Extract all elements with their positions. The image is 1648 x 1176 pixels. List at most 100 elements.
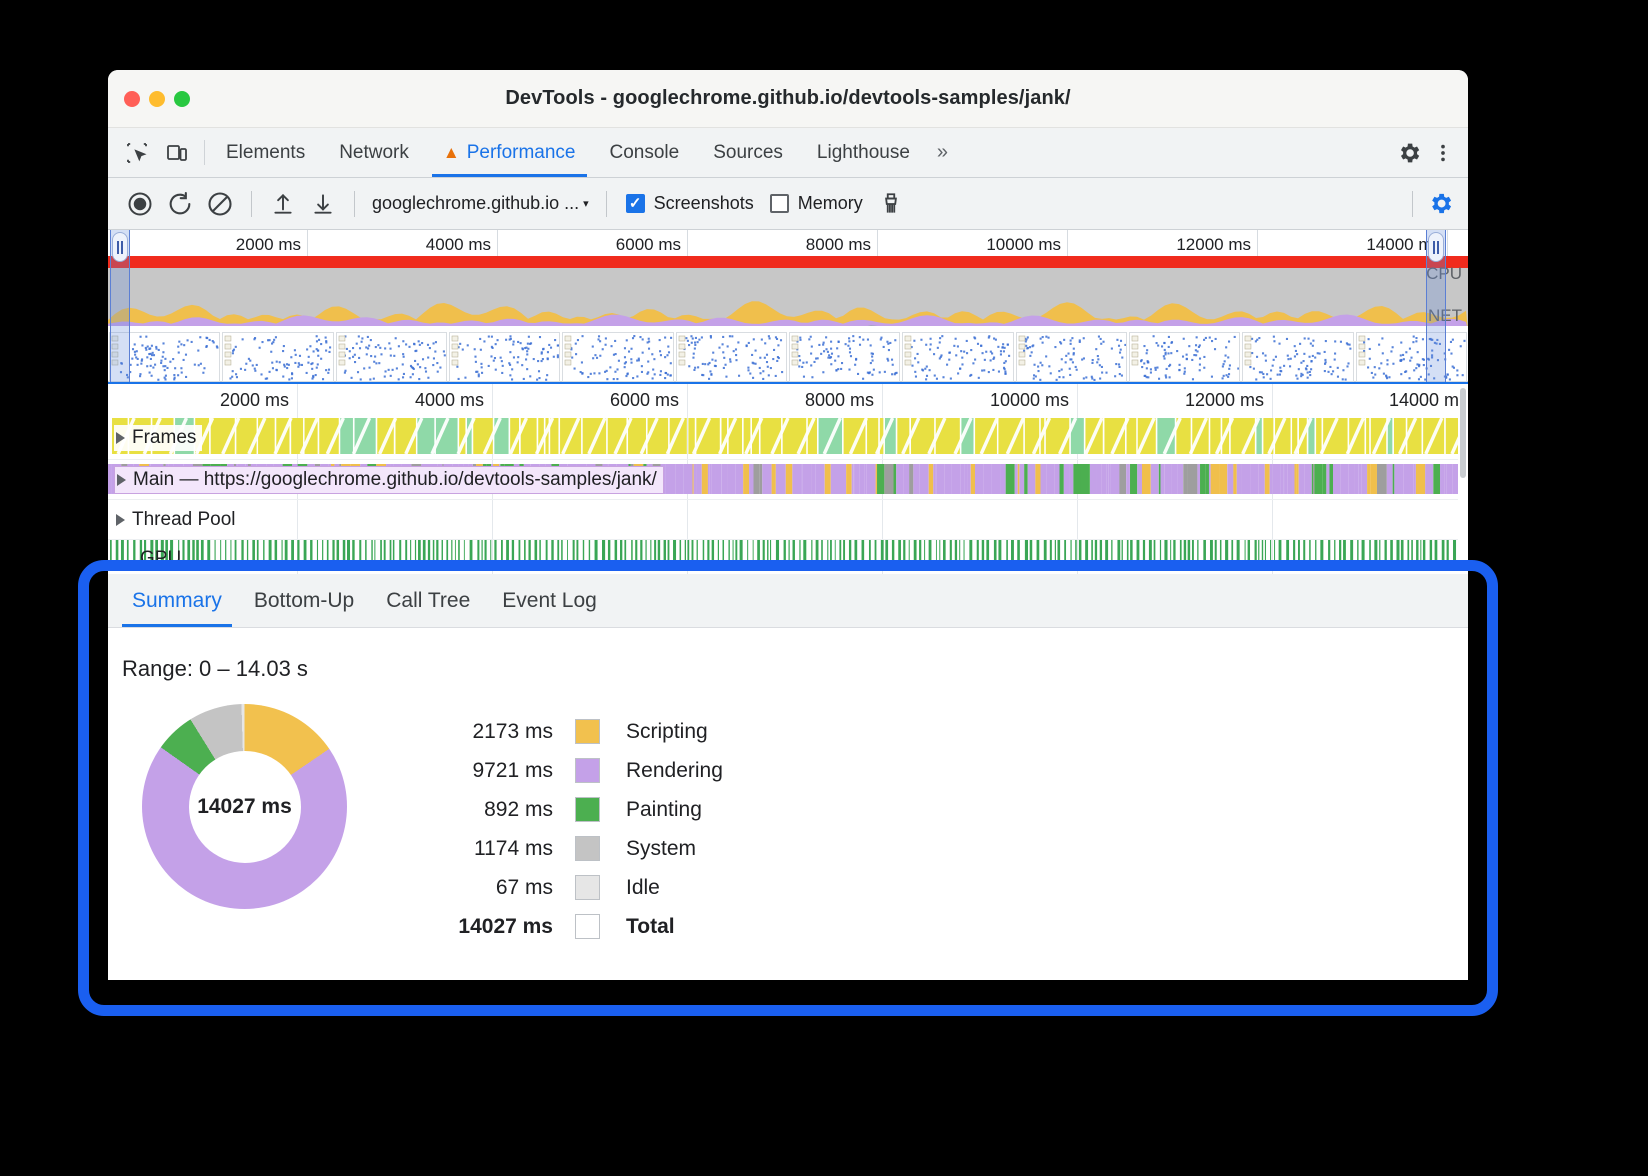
screenshots-checkbox[interactable]: Screenshots: [620, 193, 760, 214]
maximize-window-button[interactable]: [174, 91, 190, 107]
tab-console[interactable]: Console: [593, 128, 697, 177]
tab-network[interactable]: Network: [322, 128, 426, 177]
kebab-menu-icon[interactable]: [1428, 138, 1458, 168]
panel-tabs: Elements Network ▲ Performance Console S…: [209, 128, 958, 177]
cpu-graph-baseline: [108, 326, 1468, 330]
minimize-window-button[interactable]: [149, 91, 165, 107]
download-profile-icon[interactable]: [305, 186, 341, 222]
summary-range-label: Range: 0 – 14.03 s: [122, 656, 1468, 682]
flamechart-scrollbar[interactable]: [1458, 384, 1468, 574]
upload-profile-icon[interactable]: [265, 186, 301, 222]
track-main-title[interactable]: Main — https://googlechrome.github.io/de…: [114, 466, 664, 494]
legend-value: 9721 ms: [433, 759, 553, 783]
timeline-flamechart[interactable]: 2000 ms4000 ms6000 ms8000 ms10000 ms1200…: [108, 382, 1468, 574]
filmstrip-thumbnail[interactable]: [222, 332, 333, 382]
device-toolbar-icon[interactable]: [162, 138, 192, 168]
legend-label: Painting: [626, 798, 702, 822]
tab-sources[interactable]: Sources: [696, 128, 800, 177]
filmstrip-thumbnail[interactable]: [902, 332, 1013, 382]
filmstrip-thumbnail[interactable]: [1016, 332, 1127, 382]
window-title: DevTools - googlechrome.github.io/devtoo…: [505, 87, 1070, 110]
tabbar-right-icons: [1381, 128, 1468, 177]
collect-garbage-icon[interactable]: [873, 186, 909, 222]
track-thread-pool-label: Thread Pool: [132, 509, 236, 531]
legend-row[interactable]: 67 msIdle: [433, 868, 723, 907]
tab-elements[interactable]: Elements: [209, 128, 322, 177]
legend-row[interactable]: 892 msPainting: [433, 790, 723, 829]
legend-label: Rendering: [626, 759, 723, 783]
tab-elements-label: Elements: [226, 142, 305, 164]
tab-performance[interactable]: ▲ Performance: [426, 128, 593, 177]
clear-icon[interactable]: [202, 186, 238, 222]
tab-event-log[interactable]: Event Log: [486, 574, 613, 627]
memory-checkbox[interactable]: Memory: [764, 193, 869, 214]
legend-color-swatch: [575, 797, 600, 822]
left-handle-grip[interactable]: [112, 232, 128, 262]
cpu-usage-area-graph: [108, 268, 1468, 330]
filmstrip-thumbnail[interactable]: [676, 332, 787, 382]
track-frames-title[interactable]: Frames: [114, 425, 202, 451]
filmstrip-thumbnail[interactable]: [1242, 332, 1353, 382]
track-main[interactable]: Main — https://googlechrome.github.io/de…: [108, 460, 1468, 500]
performance-toolbar: googlechrome.github.io ... ▾ Screenshots…: [108, 178, 1468, 230]
expand-triangle-icon[interactable]: [116, 514, 125, 526]
toolbar-divider-3: [606, 191, 607, 217]
more-tabs-icon[interactable]: »: [927, 128, 958, 177]
filmstrip-thumbnail[interactable]: [789, 332, 900, 382]
legend-label: System: [626, 837, 696, 861]
inspect-element-icon[interactable]: [122, 138, 152, 168]
gear-icon[interactable]: [1394, 138, 1424, 168]
tab-call-tree[interactable]: Call Tree: [370, 574, 486, 627]
tab-summary-label: Summary: [132, 589, 222, 613]
tab-lighthouse[interactable]: Lighthouse: [800, 128, 927, 177]
overview-red-marker-bar: [108, 256, 1468, 268]
activity-legend: 2173 msScripting 9721 ms Rendering 892 msPa…: [433, 712, 723, 946]
track-thread-pool[interactable]: Thread Pool: [108, 500, 1468, 540]
capture-settings-gear-icon[interactable]: [1422, 186, 1458, 222]
memory-label: Memory: [798, 193, 863, 214]
legend-row[interactable]: 1174 ms System: [433, 829, 723, 868]
tab-summary[interactable]: Summary: [116, 574, 238, 627]
legend-row[interactable]: 2173 msScripting: [433, 712, 723, 751]
window-traffic-lights[interactable]: [124, 91, 190, 107]
legend-label: Scripting: [626, 720, 708, 744]
overview-filmstrip[interactable]: [108, 332, 1468, 382]
memory-checkbox-box[interactable]: [770, 194, 789, 213]
donut-center-label: 14027 ms: [189, 751, 301, 863]
tabbar-left-icons: [108, 128, 200, 177]
filmstrip-thumbnail[interactable]: [336, 332, 447, 382]
track-thread-pool-title[interactable]: Thread Pool: [114, 507, 242, 533]
tab-bottom-up[interactable]: Bottom-Up: [238, 574, 370, 627]
legend-value: 67 ms: [433, 876, 553, 900]
legend-color-swatch: [575, 719, 600, 744]
legend-row[interactable]: 9721 ms Rendering: [433, 751, 723, 790]
overview-window-right-handle[interactable]: [1426, 230, 1446, 382]
right-handle-grip[interactable]: [1428, 232, 1444, 262]
reload-record-icon[interactable]: [162, 186, 198, 222]
track-gpu[interactable]: GPU: [108, 540, 1468, 574]
toolbar-divider-1: [251, 191, 252, 217]
toolbar-divider-2: [354, 191, 355, 217]
close-window-button[interactable]: [124, 91, 140, 107]
overview-window-left-handle[interactable]: [110, 230, 130, 382]
expand-triangle-icon[interactable]: [116, 432, 125, 444]
target-url-select[interactable]: googlechrome.github.io ... ▾: [368, 193, 593, 214]
legend-color-swatch: [575, 914, 600, 939]
legend-row-total[interactable]: 14027 msTotal: [433, 907, 723, 946]
legend-value: 1174 ms: [433, 837, 553, 861]
gpu-band: [108, 540, 1468, 562]
screenshots-checkbox-box[interactable]: [626, 194, 645, 213]
filmstrip-thumbnail[interactable]: [562, 332, 673, 382]
track-frames[interactable]: Frames: [108, 416, 1468, 460]
legend-color-swatch: [575, 758, 600, 783]
expand-triangle-icon[interactable]: [117, 474, 126, 486]
timeline-overview[interactable]: 2000 ms4000 ms6000 ms8000 ms10000 ms1200…: [108, 230, 1468, 382]
filmstrip-thumbnail[interactable]: [1129, 332, 1240, 382]
tabbar-divider: [204, 140, 205, 165]
tab-sources-label: Sources: [713, 142, 783, 164]
track-gpu-label: GPU: [140, 548, 181, 570]
record-icon[interactable]: [122, 186, 158, 222]
filmstrip-thumbnail[interactable]: [1356, 332, 1467, 382]
track-frames-label: Frames: [132, 427, 196, 449]
filmstrip-thumbnail[interactable]: [449, 332, 560, 382]
